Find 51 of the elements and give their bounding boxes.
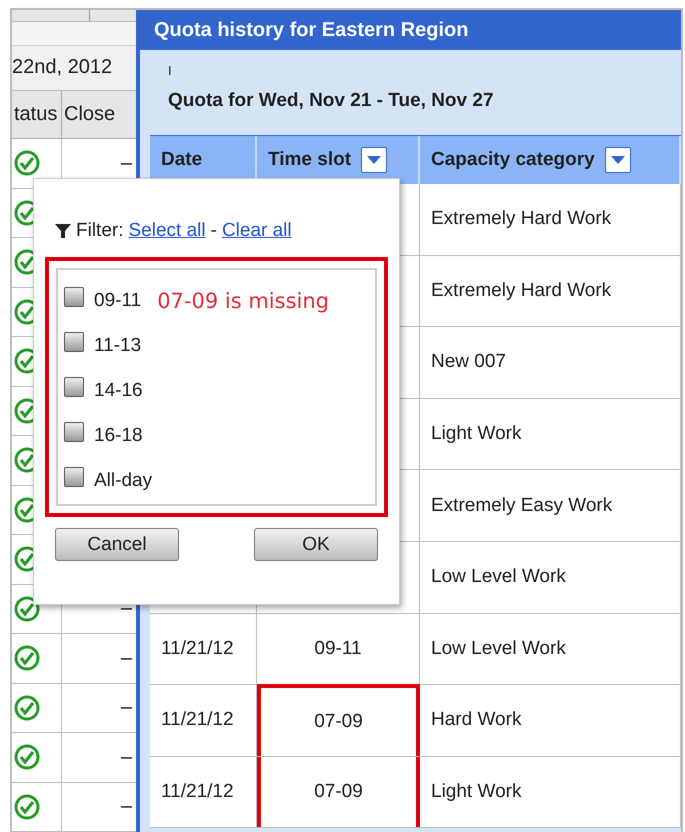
dash-text: – [120,152,132,175]
time-slot-cell: 07-09 [314,710,363,733]
filter-dropdown-button[interactable] [361,147,388,173]
dash-text: – [120,746,132,769]
capacity-cell: Low Level Work [431,566,566,588]
dash-text: – [120,795,132,818]
option-label: 14-16 [94,380,143,402]
dash-text: – [120,597,132,620]
cancel-button[interactable]: Cancel [55,528,179,561]
clear-all-link[interactable]: Clear all [222,220,292,242]
column-title: Date [161,149,202,171]
option-label: 16-18 [94,425,143,448]
annotation-text: 07-09 is missing [157,288,329,313]
checkbox[interactable] [64,467,84,488]
dash-text: – [120,696,132,720]
quota-heading: Quota for Wed, Nov 21 - Tue, Nov 27 [168,90,495,113]
option-label: 11-13 [94,334,142,357]
text-cursor: I [168,64,173,78]
column-title: Time slot [268,149,352,171]
capacity-cell: Light Work [431,781,522,804]
date-cell: 11/21/12 [161,709,234,732]
select-all-link[interactable]: Select all [128,220,206,242]
ok-button[interactable]: OK [254,528,378,561]
date-cell: 11/21/12 [161,638,234,660]
filter-label: Filter: [76,220,124,242]
checkbox[interactable] [64,422,84,442]
option-label: 09-11 [94,290,142,312]
capacity-cell: Extremely Easy Work [431,494,612,517]
separator-text: - [210,220,217,242]
filter-dropdown-button[interactable] [604,147,631,173]
capacity-cell: Hard Work [431,709,522,732]
dialog-title: Quota history for Eastern Region [136,10,681,50]
dash-text: – [120,646,132,670]
checkbox[interactable] [64,377,84,397]
option-label: All-day [94,470,152,492]
capacity-cell: New 007 [431,351,506,374]
capacity-cell: Light Work [431,423,522,446]
column-title: Capacity category [431,149,595,171]
caret-icon [610,156,625,164]
capacity-cell: Low Level Work [431,638,566,660]
funnel-icon [55,223,71,239]
date-cell: 11/21/12 [161,781,234,804]
time-slot-cell: 07-09 [314,781,363,804]
checkbox[interactable] [64,332,84,352]
time-slot-cell: 09-11 [314,638,362,660]
column-header: tatus [12,90,62,138]
date-text: 22nd, 2012 [12,56,112,80]
capacity-cell: Extremely Hard Work [431,208,612,230]
checkbox[interactable] [64,286,84,307]
caret-icon [367,156,382,164]
capacity-cell: Extremely Hard Work [431,280,612,302]
